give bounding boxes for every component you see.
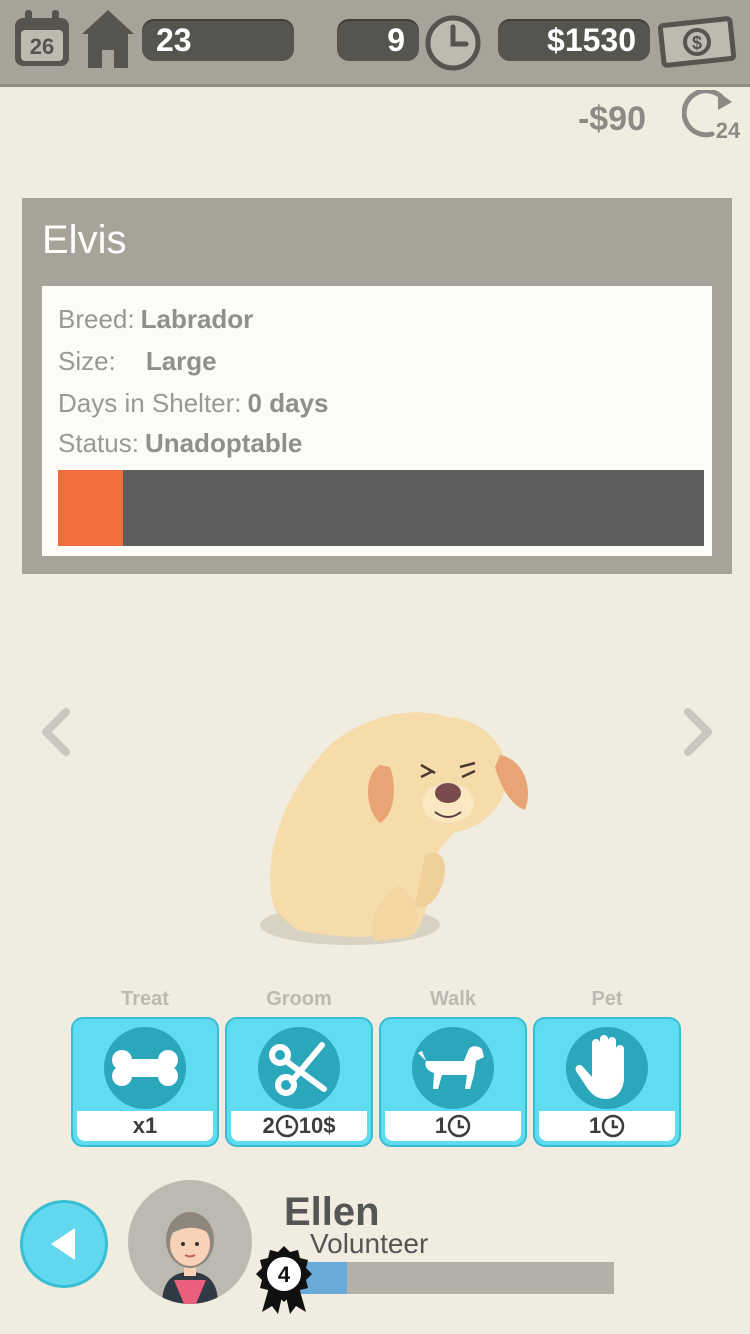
groom-cost: 2 10$ [231,1111,367,1141]
pet-button[interactable]: 1 [533,1017,681,1147]
adoptability-bar-fill [58,470,123,546]
money-value: $1530 [547,22,636,58]
days-value: 0 days [247,388,329,418]
calendar-icon: 26 [15,10,69,66]
next-animal-arrow[interactable] [678,706,718,758]
time-counter: 9 [337,19,419,61]
days-label: Days in Shelter: [58,388,242,418]
back-arrow-icon [51,1228,75,1260]
status-value: Unadoptable [144,428,303,458]
walk-label: Walk [430,988,476,1010]
walk-cost: 1 [385,1111,521,1141]
size-row: Size: Large [58,346,217,377]
daily-cost-amount: -$90 [577,100,646,138]
worker-level: 4 [278,1262,291,1287]
walk-time-cost: 1 [434,1113,448,1138]
walk-button[interactable]: 1 [379,1017,527,1147]
day-number: 26 [30,34,54,59]
groom-label: Groom [266,988,332,1010]
time-value: 9 [387,22,405,58]
experience-bar [300,1262,614,1294]
money-bill-icon: $ [657,16,737,68]
breed-row: Breed: Labrador [58,304,253,335]
clock-icon [425,15,481,71]
clock-icon [447,1114,471,1138]
groom-time-cost: 2 [262,1113,275,1138]
size-label: Size: [58,346,116,376]
capacity-counter: 23 [142,19,294,61]
breed-value: Labrador [140,304,254,334]
pet-label: Pet [591,988,623,1010]
recurring-cycle-icon: 24 [682,90,741,143]
pet-icon-circle [566,1027,648,1109]
groom-button[interactable]: 2 10$ [225,1017,373,1147]
cycle-interval: 24 [716,118,741,143]
worker-avatar[interactable] [128,1180,252,1304]
treat-icon-circle [104,1027,186,1109]
animal-info-card: Elvis Breed: Labrador Size: Large Days in … [22,198,732,574]
pet-time-cost: 1 [588,1113,602,1138]
worker-portrait [162,1212,218,1304]
worker-role: Volunteer [310,1228,429,1259]
groom-icon-circle [258,1027,340,1109]
walk-icon-circle [412,1027,494,1109]
groom-money-cost: 10$ [298,1113,336,1138]
status-row: Status: Unadoptable [58,428,302,459]
scissors-icon [269,1042,327,1096]
dog-illustration[interactable] [255,705,540,950]
hand-icon [575,1035,624,1099]
house-icon [82,10,134,68]
level-badge-icon: 4 [256,1246,312,1314]
pet-cost: 1 [539,1111,675,1141]
breed-label: Breed: [58,304,135,334]
bone-icon [112,1050,178,1086]
svg-text:$: $ [692,33,702,53]
previous-animal-arrow[interactable] [36,706,76,758]
money-counter: $1530 [498,19,650,61]
walking-dog-icon [418,1046,484,1089]
daily-cost: -$90 [578,100,646,139]
treat-cost-value: x1 [132,1113,158,1138]
clock-icon [275,1114,299,1138]
size-value: Large [145,346,217,376]
clock-icon [601,1114,625,1138]
treat-cost: x1 [77,1111,213,1141]
treat-button[interactable]: x1 [71,1017,219,1147]
capacity-value: 23 [156,22,192,58]
days-row: Days in Shelter: 0 days [58,388,328,419]
back-button[interactable] [20,1200,108,1288]
treat-label: Treat [121,988,169,1010]
top-bar: 26 23 9 $1530 $ [0,0,750,87]
status-label: Status: [58,428,139,458]
animal-details: Breed: Labrador Size: Large Days in Shelte… [42,286,712,556]
adoptability-bar [58,470,704,546]
animal-name: Elvis [42,218,127,262]
